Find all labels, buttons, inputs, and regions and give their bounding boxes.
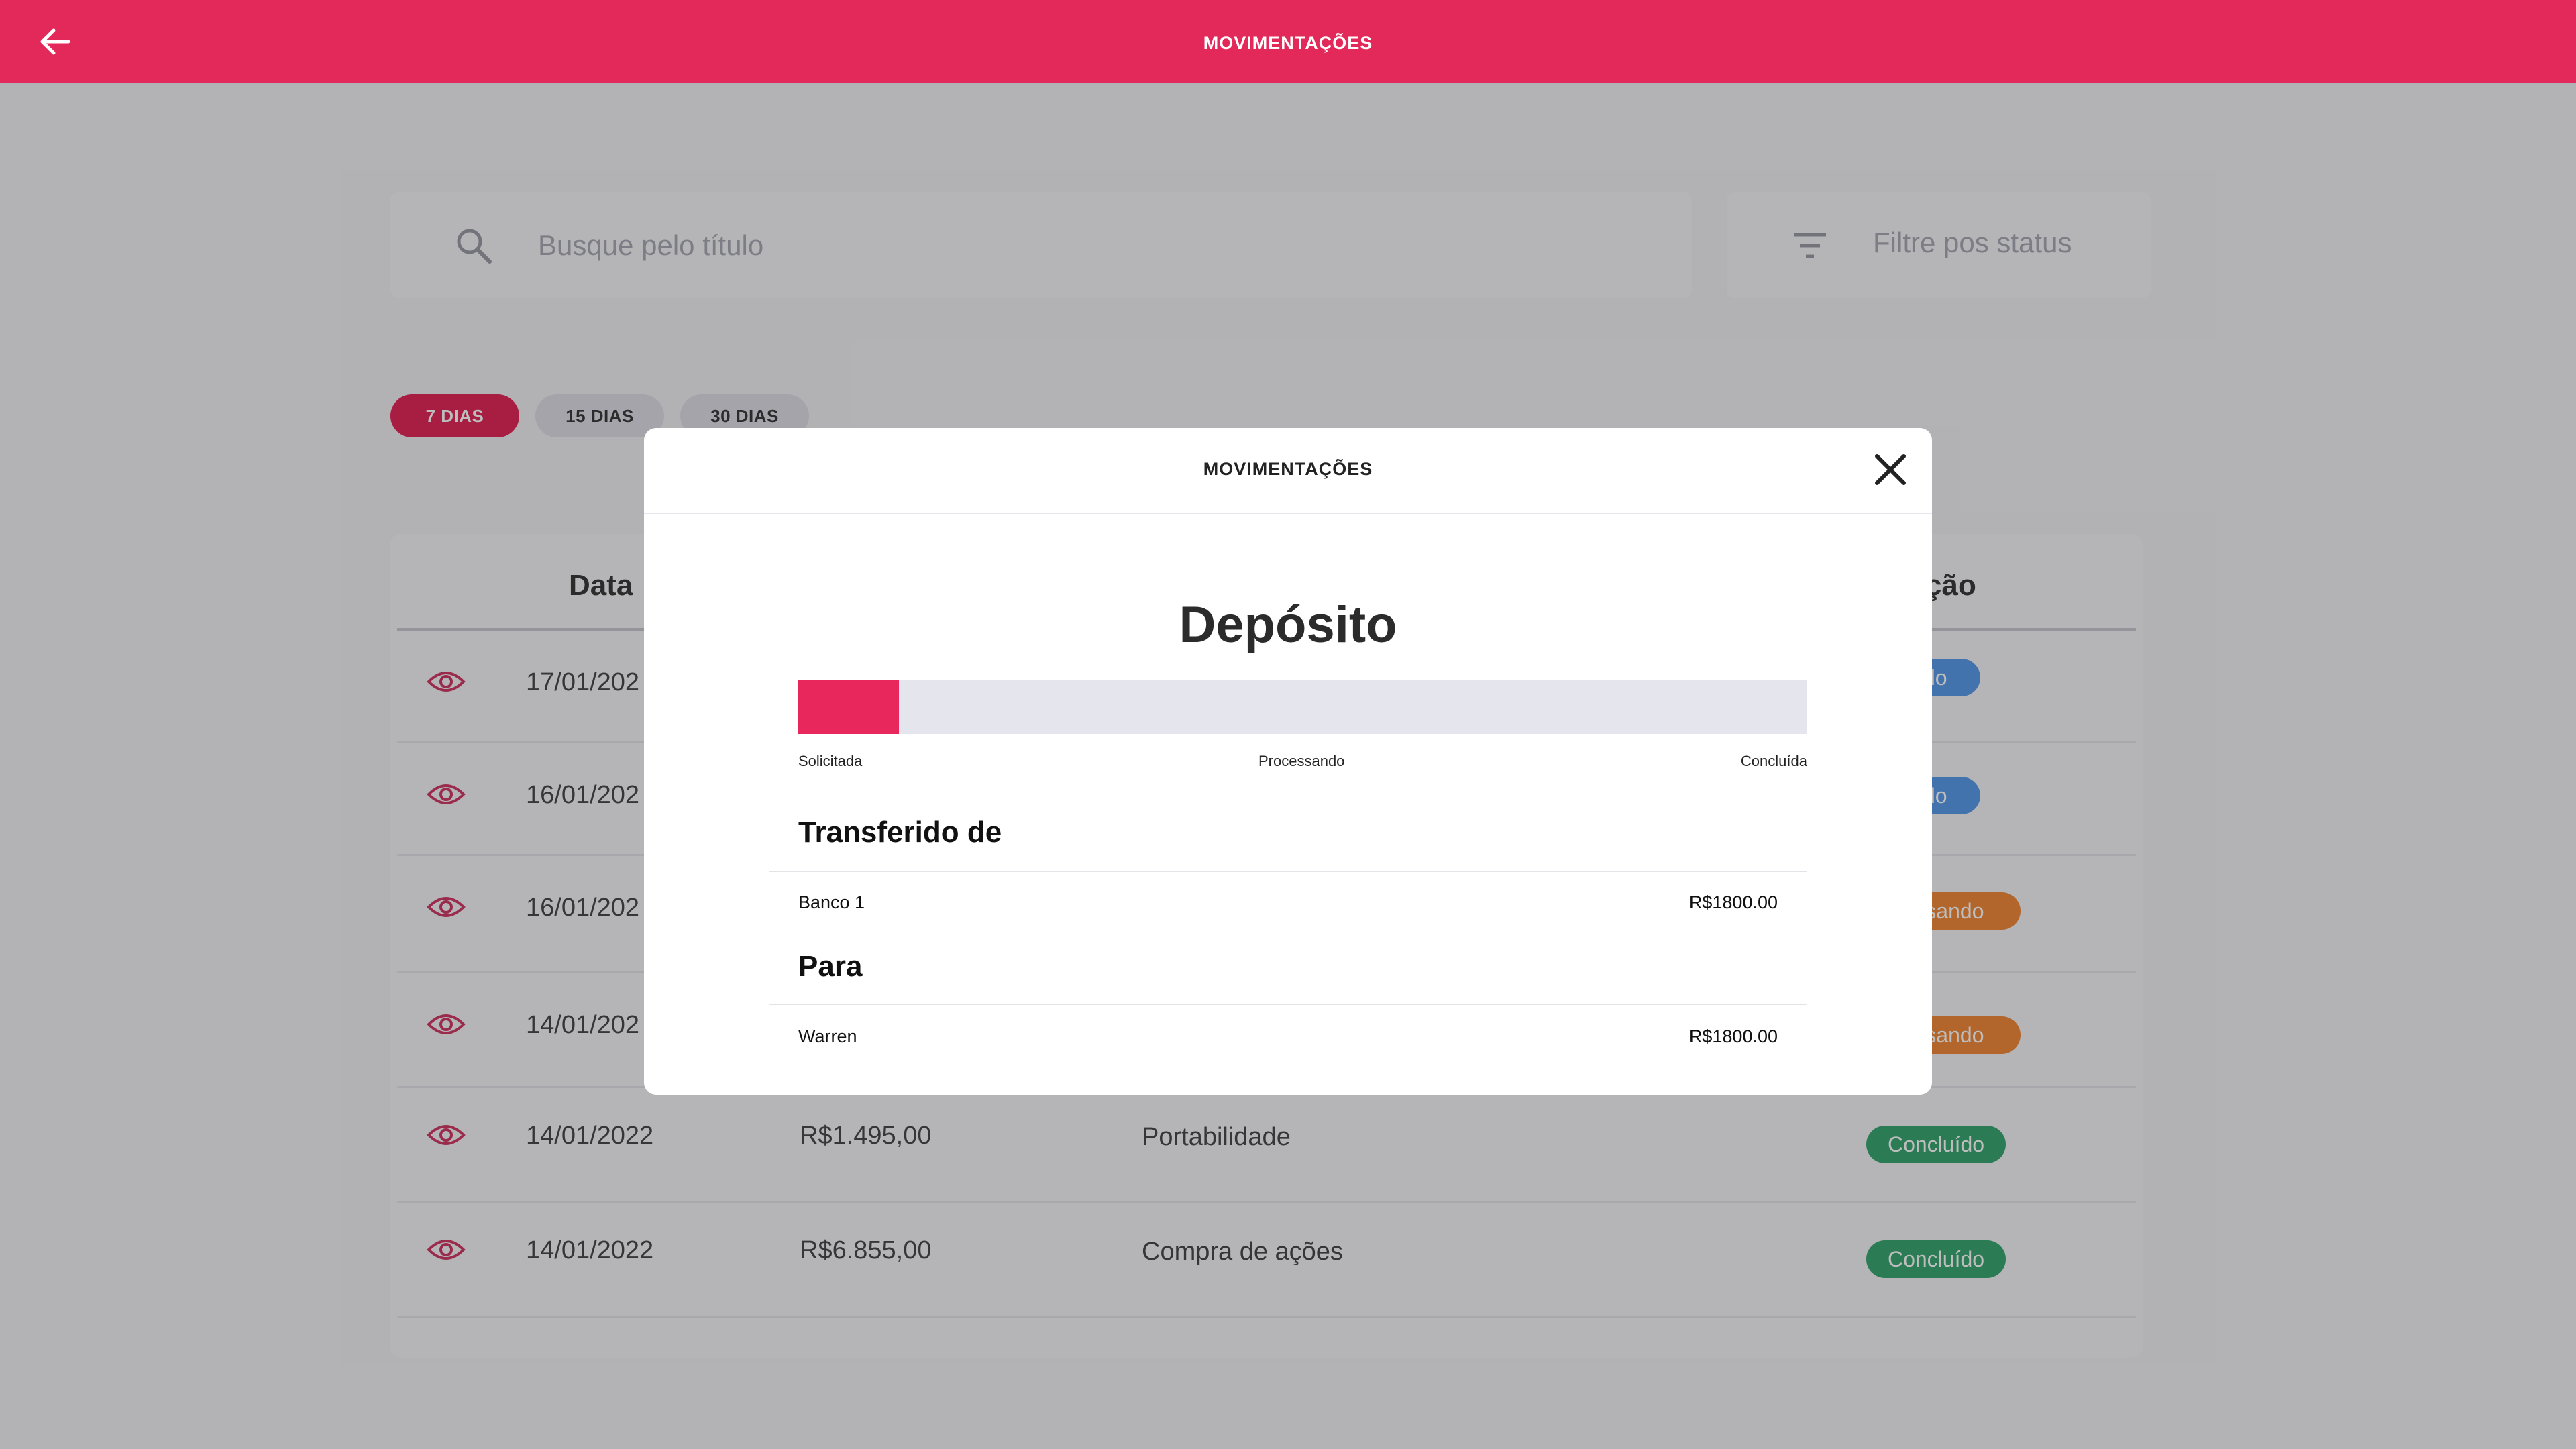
transaction-detail-modal: MOVIMENTAÇÕES Depósito Solicitada Proces… — [644, 428, 1932, 1095]
modal-header: MOVIMENTAÇÕES — [644, 428, 1932, 514]
progress-fill — [798, 680, 900, 734]
to-amount: R$1800.00 — [1688, 1026, 1778, 1046]
from-amount: R$1800.00 — [1688, 892, 1778, 912]
modal-title: MOVIMENTAÇÕES — [1203, 459, 1373, 479]
divider — [769, 1004, 1807, 1005]
from-account-name: Banco 1 — [798, 892, 865, 912]
page-title: MOVIMENTAÇÕES — [1203, 33, 1373, 53]
app-header: MOVIMENTAÇÕES — [0, 0, 2576, 83]
close-icon[interactable] — [1873, 452, 1908, 487]
from-section-title: Transferido de — [798, 816, 1002, 849]
step-label-requested: Solicitada — [798, 753, 863, 769]
step-label-completed: Concluída — [1740, 753, 1807, 769]
divider — [769, 871, 1807, 872]
to-account-name: Warren — [798, 1026, 857, 1046]
status-progress-bar — [798, 680, 1807, 734]
step-label-processing: Processando — [1258, 753, 1345, 769]
transaction-type-heading: Depósito — [1179, 596, 1397, 653]
to-section-title: Para — [798, 950, 863, 983]
